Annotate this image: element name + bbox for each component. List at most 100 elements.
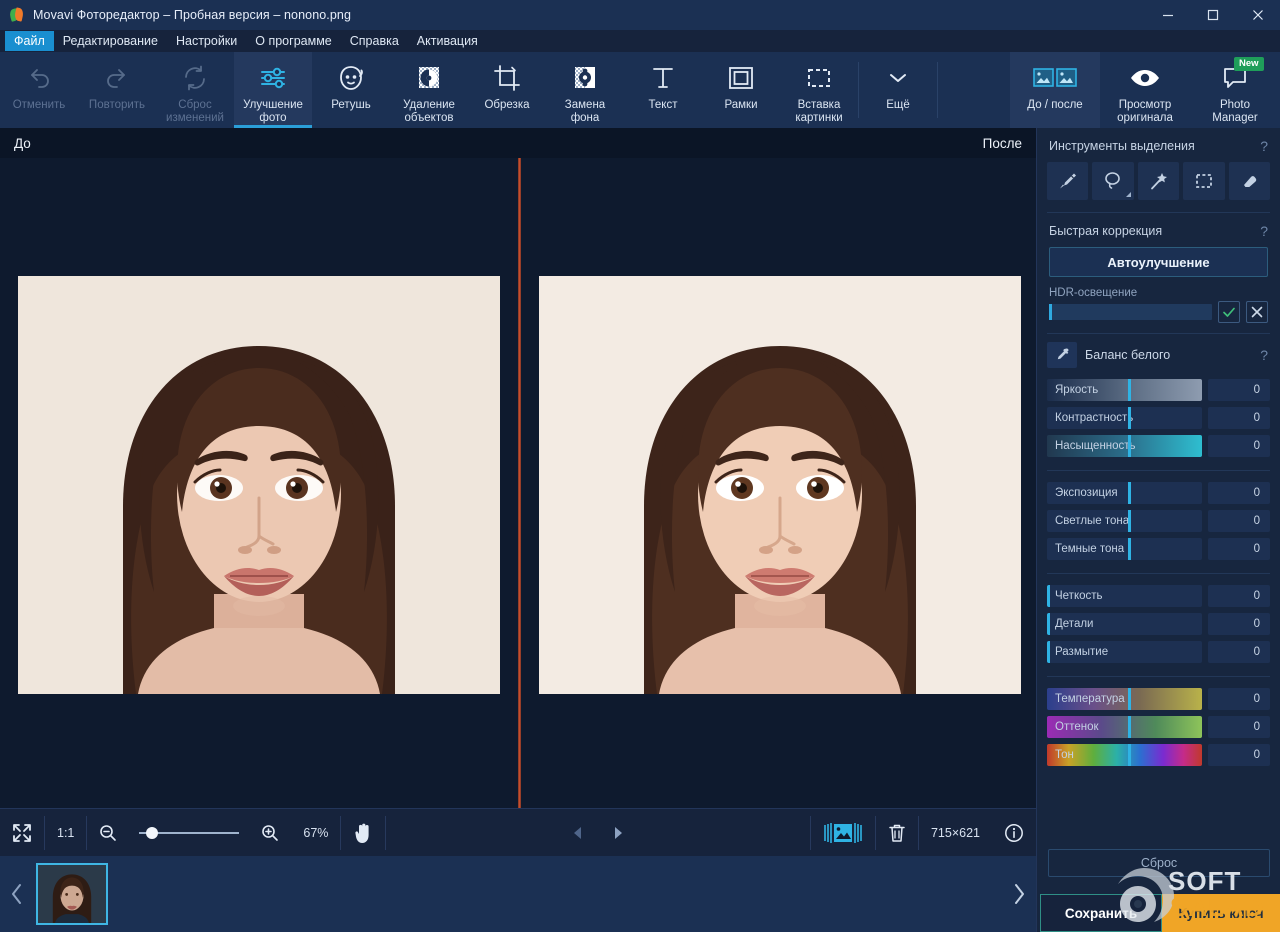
slider-saturation-track[interactable]: Насыщенность: [1047, 435, 1202, 457]
zoom-out-button[interactable]: [87, 809, 129, 857]
slider-blur[interactable]: Размытие 0: [1047, 640, 1270, 664]
slider-saturation-handle[interactable]: [1128, 435, 1131, 457]
toolbar-before-after-button[interactable]: До / после: [1010, 52, 1100, 128]
slider-exposure-handle[interactable]: [1128, 482, 1131, 504]
slider-brightness-track[interactable]: Яркость: [1047, 379, 1202, 401]
slider-hue-handle[interactable]: [1128, 744, 1131, 766]
slider-details[interactable]: Детали 0: [1047, 612, 1270, 636]
toolbar-crop-button[interactable]: Обрезка: [468, 52, 546, 128]
slider-tint-track[interactable]: Оттенок: [1047, 716, 1202, 738]
slider-details-track[interactable]: Детали: [1047, 613, 1202, 635]
delete-image-button[interactable]: [876, 809, 918, 857]
rectangle-select-tool-button[interactable]: [1183, 162, 1224, 200]
fit-to-screen-button[interactable]: [0, 809, 44, 857]
hdr-lighting-slider[interactable]: [1049, 304, 1212, 320]
filmstrip-next-button[interactable]: [1002, 856, 1036, 932]
quick-correction-help-icon[interactable]: ?: [1260, 223, 1268, 239]
hdr-apply-button[interactable]: [1218, 301, 1240, 323]
slider-blur-track[interactable]: Размытие: [1047, 641, 1202, 663]
slider-highlights-track[interactable]: Светлые тона: [1047, 510, 1202, 532]
canvas-area[interactable]: До После: [0, 128, 1036, 808]
slider-brightness-handle[interactable]: [1128, 379, 1131, 401]
buy-key-button[interactable]: Купить ключ: [1162, 894, 1280, 932]
toolbar-reset-changes-button[interactable]: Сброс изменений: [156, 52, 234, 128]
zoom-in-button[interactable]: [249, 809, 291, 857]
save-button[interactable]: Сохранить: [1040, 894, 1162, 932]
filmstrip-toggle-button[interactable]: [811, 809, 875, 857]
slider-saturation[interactable]: Насыщенность 0: [1047, 434, 1270, 458]
slider-blur-value[interactable]: 0: [1208, 641, 1270, 663]
menu-item-help[interactable]: Справка: [341, 31, 408, 51]
white-balance-picker-button[interactable]: [1047, 342, 1077, 368]
zoom-slider-handle[interactable]: [146, 827, 158, 839]
slider-shadows[interactable]: Темные тона 0: [1047, 537, 1270, 561]
filmstrip-thumbnail[interactable]: [36, 863, 108, 925]
toolbar-undo-button[interactable]: Отменить: [0, 52, 78, 128]
slider-exposure[interactable]: Экспозиция 0: [1047, 481, 1270, 505]
slider-hue[interactable]: Тон 0: [1047, 743, 1270, 767]
toolbar-text-button[interactable]: Текст: [624, 52, 702, 128]
slider-hue-value[interactable]: 0: [1208, 744, 1270, 766]
slider-shadows-track[interactable]: Темные тона: [1047, 538, 1202, 560]
slider-sharpness-track[interactable]: Четкость: [1047, 585, 1202, 607]
slider-temperature-handle[interactable]: [1128, 688, 1131, 710]
slider-exposure-track[interactable]: Экспозиция: [1047, 482, 1202, 504]
toolbar-background-button[interactable]: Замена фона: [546, 52, 624, 128]
slider-highlights-value[interactable]: 0: [1208, 510, 1270, 532]
slider-highlights-handle[interactable]: [1128, 510, 1131, 532]
auto-enhance-button[interactable]: Автоулучшение: [1049, 247, 1268, 277]
slider-highlights[interactable]: Светлые тона 0: [1047, 509, 1270, 533]
slider-tint-handle[interactable]: [1128, 716, 1131, 738]
toolbar-redo-button[interactable]: Повторить: [78, 52, 156, 128]
lasso-tool-button[interactable]: [1092, 162, 1133, 200]
slider-contrast[interactable]: Контрастность 0: [1047, 406, 1270, 430]
slider-tint-value[interactable]: 0: [1208, 716, 1270, 738]
close-button[interactable]: [1235, 0, 1280, 30]
menu-item-edit[interactable]: Редактирование: [54, 31, 167, 51]
toolbar-enhance-button[interactable]: Улучшение фото: [234, 52, 312, 128]
slider-exposure-value[interactable]: 0: [1208, 482, 1270, 504]
zoom-slider[interactable]: [139, 826, 239, 840]
toolbar-view-original-button[interactable]: Просмотр оригинала: [1100, 52, 1190, 128]
slider-hue-track[interactable]: Тон: [1047, 744, 1202, 766]
eraser-tool-button[interactable]: [1229, 162, 1270, 200]
slider-sharpness-handle[interactable]: [1047, 585, 1050, 607]
menu-item-activation[interactable]: Активация: [408, 31, 487, 51]
white-balance-help-icon[interactable]: ?: [1260, 347, 1268, 363]
slider-tint[interactable]: Оттенок 0: [1047, 715, 1270, 739]
slider-details-handle[interactable]: [1047, 613, 1050, 635]
slider-temperature-value[interactable]: 0: [1208, 688, 1270, 710]
split-divider-handle[interactable]: [518, 158, 521, 808]
slider-temperature-track[interactable]: Температура: [1047, 688, 1202, 710]
slider-brightness[interactable]: Яркость 0: [1047, 378, 1270, 402]
preview-image-before[interactable]: [18, 276, 500, 694]
next-image-button[interactable]: [598, 809, 638, 857]
menu-item-about[interactable]: О программе: [246, 31, 340, 51]
preview-image-after[interactable]: [539, 276, 1021, 694]
slider-temperature[interactable]: Температура 0: [1047, 687, 1270, 711]
slider-details-value[interactable]: 0: [1208, 613, 1270, 635]
slider-shadows-handle[interactable]: [1128, 538, 1131, 560]
slider-brightness-value[interactable]: 0: [1208, 379, 1270, 401]
hdr-lighting-handle[interactable]: [1049, 304, 1052, 320]
slider-contrast-handle[interactable]: [1128, 407, 1131, 429]
brush-tool-button[interactable]: [1047, 162, 1088, 200]
selection-tools-help-icon[interactable]: ?: [1260, 138, 1268, 154]
hand-tool-button[interactable]: [341, 809, 385, 857]
menu-item-file[interactable]: Файл: [5, 31, 54, 51]
slider-contrast-value[interactable]: 0: [1208, 407, 1270, 429]
previous-image-button[interactable]: [558, 809, 598, 857]
slider-sharpness[interactable]: Четкость 0: [1047, 584, 1270, 608]
slider-contrast-track[interactable]: Контрастность: [1047, 407, 1202, 429]
slider-saturation-value[interactable]: 0: [1208, 435, 1270, 457]
toolbar-insert-picture-button[interactable]: Вставка картинки: [780, 52, 858, 128]
toolbar-more-button[interactable]: Ещё: [859, 52, 937, 128]
reset-button[interactable]: Сброс: [1048, 849, 1270, 877]
toolbar-frames-button[interactable]: Рамки: [702, 52, 780, 128]
minimize-button[interactable]: [1145, 0, 1190, 30]
toolbar-retouch-button[interactable]: Ретушь: [312, 52, 390, 128]
toolbar-photo-manager-button[interactable]: New Photo Manager: [1190, 52, 1280, 128]
hdr-cancel-button[interactable]: [1246, 301, 1268, 323]
slider-shadows-value[interactable]: 0: [1208, 538, 1270, 560]
menu-item-settings[interactable]: Настройки: [167, 31, 246, 51]
